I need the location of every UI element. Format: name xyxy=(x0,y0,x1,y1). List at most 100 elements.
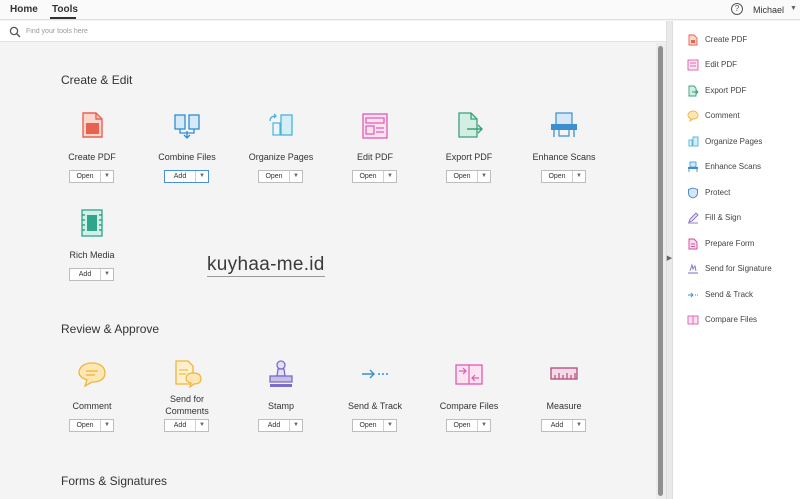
open-button-group: Open ▼ xyxy=(352,419,397,432)
tab-tools[interactable]: Tools xyxy=(52,4,78,15)
tool-label: Enhance Scans xyxy=(532,152,596,162)
vertical-scrollbar-thumb[interactable] xyxy=(658,46,663,496)
add-button[interactable]: Add xyxy=(259,420,290,431)
pane-item-label: Comment xyxy=(705,111,740,120)
chevron-down-icon[interactable]: ▼ xyxy=(101,269,113,280)
tool-label: Stamp xyxy=(267,401,294,411)
send-for-comments-icon xyxy=(175,360,202,389)
tool-combine-files[interactable]: Combine Files Add ▼ xyxy=(140,109,234,199)
top-nav-bar: Home Tools ? Michael ▼ xyxy=(0,0,800,20)
pane-item-label: Send for Signature xyxy=(705,264,772,273)
user-account-menu[interactable]: Michael xyxy=(753,5,784,15)
pane-item-label: Compare Files xyxy=(705,315,758,324)
pane-item-compare-files[interactable]: Compare Files xyxy=(687,314,797,328)
chevron-down-icon[interactable]: ▼ xyxy=(573,420,585,431)
enhance-scans-icon xyxy=(688,161,698,172)
open-button[interactable]: Open xyxy=(70,171,101,182)
tool-organize-pages[interactable]: Organize Pages Open ▼ xyxy=(234,109,328,199)
pane-item-prepare-form[interactable]: Prepare Form xyxy=(687,238,797,252)
open-button[interactable]: Open xyxy=(70,420,101,431)
chevron-down-icon[interactable]: ▼ xyxy=(290,420,302,431)
chevron-down-icon[interactable]: ▼ xyxy=(101,171,113,182)
add-button[interactable]: Add xyxy=(542,420,573,431)
pane-item-label: Organize Pages xyxy=(705,137,763,146)
chevron-down-icon[interactable]: ▼ xyxy=(790,5,797,12)
help-icon[interactable]: ? xyxy=(731,3,743,15)
watermark-text: kuyhaa-me.id xyxy=(207,254,325,277)
tool-label: Organize Pages xyxy=(248,152,314,162)
tool-create-pdf[interactable]: Create PDF Open ▼ xyxy=(45,109,139,199)
tool-comment[interactable]: Comment Open ▼ xyxy=(45,358,139,448)
open-button-group: Open ▼ xyxy=(541,170,586,183)
search-input[interactable] xyxy=(26,24,426,39)
compare-files-icon xyxy=(455,364,483,385)
tab-home[interactable]: Home xyxy=(10,4,38,15)
tool-label: Send for Comments xyxy=(140,393,234,417)
pane-item-label: Send & Track xyxy=(705,290,754,299)
tool-measure[interactable]: Measure Add ▼ xyxy=(517,358,611,448)
pane-item-create-pdf[interactable]: Create PDF xyxy=(687,34,797,48)
tool-label: Comment xyxy=(72,401,112,411)
add-button[interactable]: Add xyxy=(165,420,196,431)
open-button-group: Open ▼ xyxy=(446,170,491,183)
search-icon xyxy=(9,26,21,38)
pane-item-edit-pdf[interactable]: Edit PDF xyxy=(687,59,797,73)
comment-icon xyxy=(78,362,106,388)
tool-edit-pdf[interactable]: Edit PDF Open ▼ xyxy=(328,109,422,199)
open-button[interactable]: Open xyxy=(542,171,573,182)
organize-pages-icon xyxy=(688,136,699,147)
fill-sign-icon xyxy=(688,212,699,224)
pane-item-label: Create PDF xyxy=(705,35,748,44)
open-button[interactable]: Open xyxy=(447,420,478,431)
open-button-group: Open ▼ xyxy=(69,419,114,432)
open-button[interactable]: Open xyxy=(447,171,478,182)
enhance-scans-icon xyxy=(551,112,577,137)
add-button[interactable]: Add xyxy=(70,269,101,280)
tool-export-pdf[interactable]: Export PDF Open ▼ xyxy=(422,109,516,199)
add-button[interactable]: Add xyxy=(165,171,196,182)
add-button-group: Add ▼ xyxy=(69,268,114,281)
pane-item-send-track[interactable]: Send & Track xyxy=(687,289,797,303)
section-title-forms-signatures: Forms & Signatures xyxy=(61,474,168,488)
tool-label: Export PDF xyxy=(445,152,493,162)
pane-item-label: Prepare Form xyxy=(705,239,755,248)
tool-rich-media[interactable]: Rich Media Add ▼ xyxy=(45,207,139,297)
chevron-down-icon[interactable]: ▼ xyxy=(101,420,113,431)
chevron-down-icon[interactable]: ▼ xyxy=(384,171,396,182)
export-pdf-icon xyxy=(458,112,483,138)
pane-item-protect[interactable]: Protect xyxy=(687,187,797,201)
chevron-down-icon[interactable]: ▼ xyxy=(196,420,208,431)
tool-label: Measure xyxy=(546,401,582,411)
add-button-group: Add ▼ xyxy=(258,419,303,432)
pane-item-organize-pages[interactable]: Organize Pages xyxy=(687,136,797,150)
pane-item-label: Fill & Sign xyxy=(705,213,742,222)
send-track-icon xyxy=(362,369,388,379)
pane-item-enhance-scans[interactable]: Enhance Scans xyxy=(687,161,797,175)
chevron-down-icon[interactable]: ▼ xyxy=(196,171,208,182)
tool-compare-files[interactable]: Compare Files Open ▼ xyxy=(422,358,516,448)
measure-icon xyxy=(550,367,578,380)
pane-item-export-pdf[interactable]: Export PDF xyxy=(687,85,797,99)
shield-icon xyxy=(688,187,698,199)
open-button-group: Open ▼ xyxy=(352,170,397,183)
pane-item-fill-sign[interactable]: Fill & Sign xyxy=(687,212,797,226)
chevron-down-icon[interactable]: ▼ xyxy=(573,171,585,182)
chevron-down-icon[interactable]: ▼ xyxy=(384,420,396,431)
chevron-down-icon[interactable]: ▼ xyxy=(478,420,490,431)
chevron-right-icon[interactable]: ▶ xyxy=(666,254,673,262)
chevron-down-icon[interactable]: ▼ xyxy=(290,171,302,182)
edit-pdf-icon xyxy=(687,59,699,71)
tool-stamp[interactable]: Stamp Add ▼ xyxy=(234,358,328,448)
tool-send-for-comments[interactable]: Send for Comments Add ▼ xyxy=(140,358,234,448)
chevron-down-icon[interactable]: ▼ xyxy=(478,171,490,182)
prepare-form-icon xyxy=(688,238,698,250)
open-button[interactable]: Open xyxy=(353,171,384,182)
open-button[interactable]: Open xyxy=(259,171,290,182)
pane-item-send-for-signature[interactable]: Send for Signature xyxy=(687,263,797,277)
pane-item-comment[interactable]: Comment xyxy=(687,110,797,124)
tool-label-line-2: Comments xyxy=(165,406,209,416)
tool-enhance-scans[interactable]: Enhance Scans Open ▼ xyxy=(517,109,611,199)
tool-send-track[interactable]: Send & Track Open ▼ xyxy=(328,358,422,448)
pane-item-label: Edit PDF xyxy=(705,60,738,69)
open-button[interactable]: Open xyxy=(353,420,384,431)
